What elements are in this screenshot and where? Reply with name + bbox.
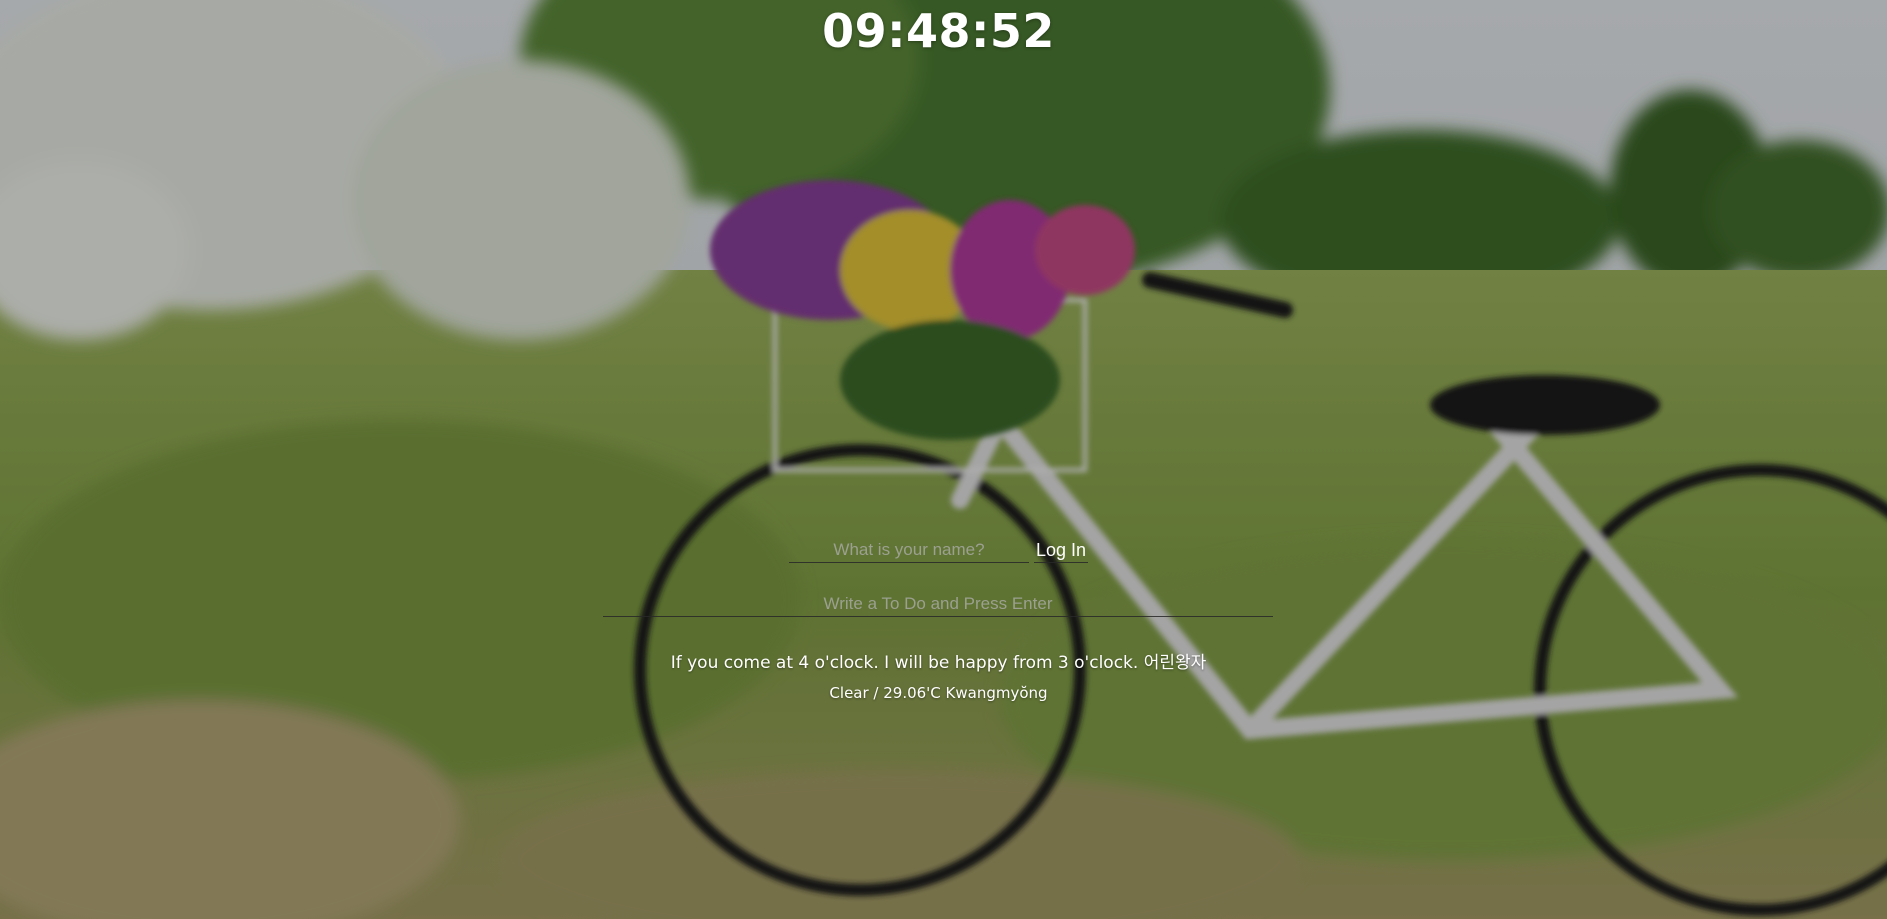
login-button[interactable]: Log In bbox=[1034, 538, 1089, 563]
quote-text: If you come at 4 o'clock. I will be happ… bbox=[670, 653, 1207, 673]
todo-input[interactable] bbox=[603, 592, 1273, 617]
login-form: Log In bbox=[789, 538, 1089, 568]
background-photo bbox=[0, 0, 1887, 919]
weather-info: Clear / 29.06'C Kwangmyŏng bbox=[829, 684, 1048, 702]
name-input[interactable] bbox=[789, 538, 1029, 563]
clock-display: 09:48:52 bbox=[822, 4, 1055, 58]
